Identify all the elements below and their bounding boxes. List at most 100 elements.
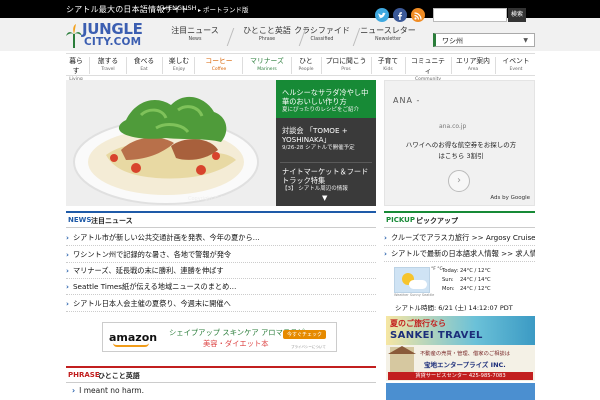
weather-caption: Weather Sunny Seattle xyxy=(394,293,435,297)
english-link-label: ENGLISH xyxy=(168,4,197,12)
search-button[interactable]: 検索 xyxy=(508,8,526,22)
forecast-row: Mon: 24°C / 12°C xyxy=(442,285,491,294)
category-divider xyxy=(242,57,243,74)
topnav-classified-label: クラシファイド xyxy=(294,26,350,35)
category-event[interactable]: イベント Event xyxy=(498,56,534,73)
category-eat[interactable]: 食べる Eat xyxy=(130,56,158,73)
category-divider xyxy=(89,57,90,74)
bottom-banner[interactable] xyxy=(386,383,535,400)
pickup-section-header: PICKUP ピックアップ xyxy=(384,211,535,228)
forecast-temp: 24°C / 14°C xyxy=(460,277,491,283)
caret-right-icon: › xyxy=(66,282,69,291)
palm-logo-icon xyxy=(66,24,82,48)
chevron-right-icon[interactable]: › xyxy=(448,170,470,192)
seattle-clock: シアトル時間: 6/21 (土) 14:12:07 PDT xyxy=(395,304,513,312)
category-divider xyxy=(126,57,127,74)
travel-banner-tagline: 夏のご旅行なら xyxy=(390,319,446,328)
phrase-label-en: PHRASE xyxy=(68,371,100,379)
hero-image-caption: Copyright © N's Photo xyxy=(188,196,245,202)
ads-by-google: Ads by Google xyxy=(490,195,530,201)
category-divider xyxy=(291,57,292,74)
category-mariners[interactable]: マリナーズ Mariners xyxy=(246,56,288,73)
topnav-classified-sublabel: Classified xyxy=(310,37,334,42)
category-sublabel: Coffee xyxy=(211,67,227,72)
category-community[interactable]: コミュニティCommunity xyxy=(408,56,448,83)
scroll-down-icon[interactable]: ▼ xyxy=(322,194,327,202)
category-kids[interactable]: 子育て Kids xyxy=(374,56,402,73)
forecast-day: Sun: xyxy=(442,277,454,283)
site-logo[interactable]: JUNGLE CITY.COM xyxy=(66,22,160,50)
category-label: 旅する xyxy=(97,57,119,65)
category-label: コーヒー xyxy=(205,57,233,65)
english-link[interactable]: ▸ ENGLISH xyxy=(163,4,197,12)
forecast-day: Today: xyxy=(442,268,459,274)
category-area[interactable]: エリア案内 Area xyxy=(454,56,492,73)
amazon-ad-line2: 美容・ダイエット本 xyxy=(203,339,269,348)
category-label: エリア案内 xyxy=(456,57,490,65)
pickup-label-en: PICKUP xyxy=(386,216,415,224)
hero-item-subtitle: 夏にぴったりのレシピをご紹介 xyxy=(282,107,360,113)
topnav-news[interactable]: 注目ニュース News xyxy=(160,26,230,44)
category-sublabel: Eat xyxy=(140,67,148,72)
category-divider xyxy=(495,57,496,74)
topnav-classified[interactable]: クラシファイド Classified xyxy=(287,26,357,44)
hero-item-3[interactable]: ナイトマーケット＆フードトラック特集 【3】 シアトル周辺の情報 xyxy=(282,167,372,193)
portland-link[interactable]: ▸ ポートランド版 xyxy=(198,4,249,14)
google-ad[interactable]: ANA - ana.co.jp ハワイへのお得な航空券をお探しの方はこちら 3割… xyxy=(384,80,535,206)
amazon-ad-banner[interactable]: amazon シェイプアップ スキンケア アロマテラピー 美容・ダイエット本 今… xyxy=(102,322,337,352)
phrase-item[interactable]: › I meant no harm. xyxy=(72,386,144,395)
category-divider xyxy=(194,57,195,74)
phrase-accent-bar xyxy=(66,366,376,368)
realestate-line2: 宝地エンタープライズ INC. xyxy=(424,361,506,369)
amazon-check-button[interactable]: 今すぐチェック xyxy=(283,330,327,339)
forecast-temp: 24°C / 12°C xyxy=(460,286,491,292)
category-divider xyxy=(371,57,372,74)
category-people[interactable]: ひと People xyxy=(294,56,318,73)
category-divider xyxy=(162,57,163,74)
category-sublabel: Area xyxy=(467,67,479,72)
hero-image[interactable] xyxy=(66,80,276,206)
category-label: 暮らす xyxy=(69,57,83,75)
topnav-news-label: 注目ニュース xyxy=(171,26,219,35)
phrase-section-header: PHRASE ひとこと英語 xyxy=(66,366,376,383)
caret-right-icon: › xyxy=(66,299,69,308)
weather-sunny-icon xyxy=(394,267,430,293)
news-item[interactable]: › Seattle Times紙が伝える地域ニュースのまとめ… xyxy=(66,279,376,295)
pickup-label-jp: ピックアップ xyxy=(416,217,458,225)
category-travel[interactable]: 旅する Travel xyxy=(94,56,122,73)
real-estate-banner[interactable]: 不動産の売買・管理、借家のご相談は 宝地エンタープライズ INC. 賃貸サービス… xyxy=(386,345,535,381)
category-label: ひと xyxy=(299,57,313,65)
temperature-unit-toggle[interactable]: °F °C xyxy=(431,267,443,272)
pickup-item[interactable]: › シアトルで最新の日本語求人情報 >> 求人情報 xyxy=(384,246,535,262)
pickup-item[interactable]: › クルーズでアラスカ旅行 >> Argosy Cruises xyxy=(384,230,535,246)
hero-item-title: 対談会 「TOMOE + YOSHINAKA」 xyxy=(282,126,348,144)
search-input[interactable] xyxy=(433,8,507,22)
cloud-icon xyxy=(409,280,427,289)
news-section-header: NEWS 注目ニュース xyxy=(66,211,376,228)
forecast-row: Sun: 24°C / 14°C xyxy=(442,276,491,285)
topnav-newsletter[interactable]: ニュースレター Newsletter xyxy=(353,26,423,44)
news-item[interactable]: › マリナーズ、延長戦の末に勝利、連勝を伸ばす xyxy=(66,263,376,279)
hero-item-1[interactable]: ヘルシーなサラダ冷やし中華のおいしい作り方 夏にぴったりのレシピをご紹介 xyxy=(282,88,372,114)
sankei-travel-banner[interactable]: 夏のご旅行なら SANKEI TRAVEL xyxy=(386,316,535,345)
news-item[interactable]: › シアトル市が新しい公共交通計画を発表、今年の夏から… xyxy=(66,230,376,246)
news-item[interactable]: › ワシントン州で記録的な暑さ、各地で警報が発令 xyxy=(66,247,376,263)
category-label: イベント xyxy=(502,57,530,65)
category-enjoy[interactable]: 楽しむ Enjoy xyxy=(166,56,192,73)
category-coffee[interactable]: コーヒー Coffee xyxy=(198,56,240,73)
region-select[interactable]: ワシ州 ▼ xyxy=(433,33,535,47)
category-living[interactable]: 暮らすLiving xyxy=(66,56,86,83)
category-sublabel: Travel xyxy=(101,67,115,72)
category-pros[interactable]: プロに聞こう Pros xyxy=(324,56,368,73)
rss-icon[interactable] xyxy=(411,8,425,22)
hero-divider xyxy=(280,162,372,163)
facebook-icon[interactable] xyxy=(393,8,407,22)
arrow-right-icon: ▸ xyxy=(198,7,202,14)
forecast-day: Mon: xyxy=(442,286,455,292)
news-item-text: シアトル市が新しい公共交通計画を発表、今年の夏から… xyxy=(72,233,260,242)
hero-item-2[interactable]: 対談会 「TOMOE + YOSHINAKA」 9/26-28 シアトルで開催予… xyxy=(282,126,372,152)
category-label: 子育て xyxy=(377,57,399,65)
ad-url: ana.co.jp xyxy=(439,123,467,130)
twitter-icon[interactable] xyxy=(375,8,389,22)
news-item[interactable]: › シアトル日本人会主催の夏祭り、今週末に開催へ xyxy=(66,296,376,312)
